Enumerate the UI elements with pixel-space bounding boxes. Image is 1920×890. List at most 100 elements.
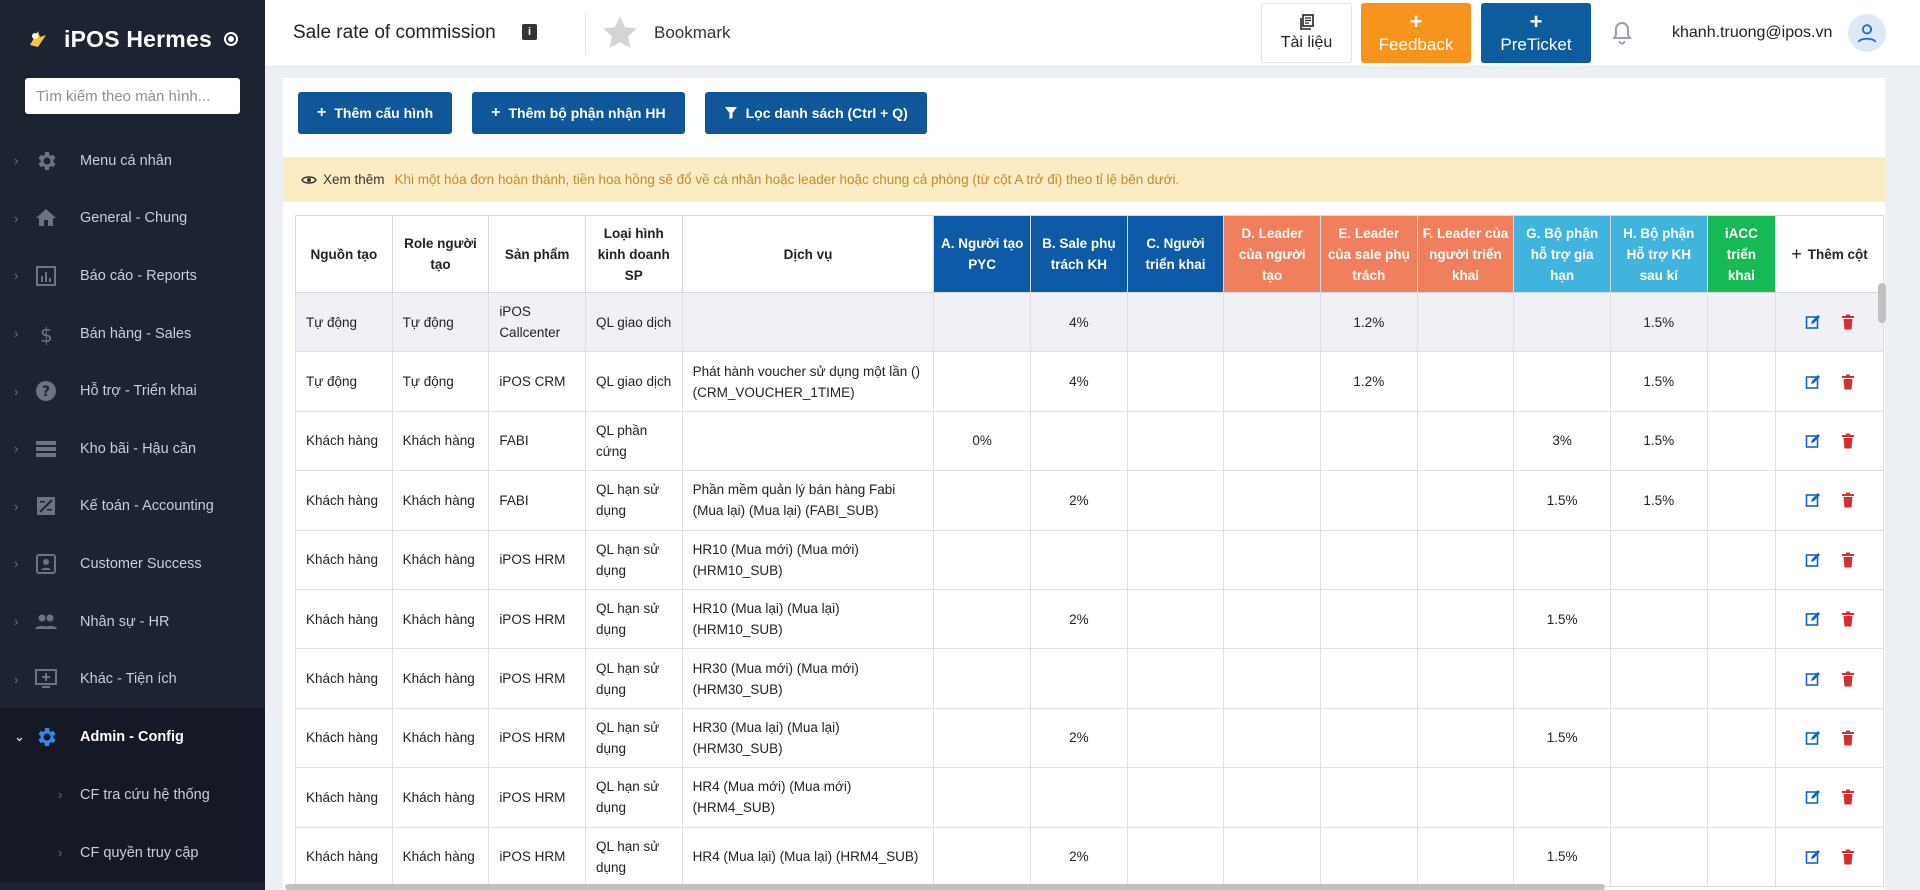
sidebar-item-label: General - Chung [80, 210, 188, 227]
add-column-button[interactable]: + Thêm cột [1775, 215, 1884, 293]
user-email[interactable]: khanh.truong@ipos.vn [1672, 24, 1832, 42]
user-icon [1857, 24, 1877, 43]
table-cell [1319, 588, 1418, 650]
chevron-down-icon: ⌄ [14, 728, 25, 744]
edit-icon[interactable] [1805, 492, 1821, 508]
help-icon: ? [32, 377, 60, 405]
edit-icon[interactable] [1805, 433, 1821, 449]
sidebar-item-support[interactable]: › ? Hỗ trợ - Triển khai [0, 362, 265, 420]
delete-icon[interactable] [1841, 611, 1855, 627]
table-cell: Tự động [391, 291, 490, 353]
table-cell: 1.2% [1319, 351, 1418, 412]
add-dept-button[interactable]: + Thêm bộ phận nhận HH [472, 92, 685, 134]
bell-icon[interactable] [1610, 20, 1634, 51]
table-row[interactable]: Khách hàng Khách hàng iPOS HRM QL hạn sử dụ… [295, 588, 1884, 650]
sidebar-search-input[interactable] [25, 78, 240, 114]
edit-icon[interactable] [1805, 552, 1821, 568]
delete-icon[interactable] [1841, 671, 1855, 687]
radio-dot-icon[interactable] [223, 32, 238, 46]
table-row[interactable]: Tự động Tự động iPOS CRM QL giao dịch Phát h… [295, 351, 1884, 412]
delete-icon[interactable] [1841, 730, 1855, 746]
table-cell [1706, 410, 1777, 472]
table-header-row: Nguồn tạo Role người tạo Sản phẩm Loại h… [295, 215, 1884, 293]
sidebar-subitem-system-lookup[interactable]: › CF tra cứu hệ thống [0, 765, 265, 824]
info-icon[interactable]: i [522, 24, 537, 40]
table-cell [1223, 470, 1321, 531]
table-cell: Khách hàng [295, 529, 393, 590]
table-cell [933, 826, 1032, 887]
sidebar-item-utilities[interactable]: › Khác - Tiện ích [0, 650, 265, 708]
table-row[interactable]: Khách hàng Khách hàng FABI QL phần cứng 0% 3%… [295, 410, 1884, 472]
sidebar-item-warehouse[interactable]: › Kho bãi - Hậu cần [0, 420, 265, 478]
table-cell [933, 767, 1032, 828]
edit-icon[interactable] [1805, 789, 1821, 805]
edit-icon[interactable] [1805, 849, 1821, 865]
sidebar-subitem-access-rights[interactable]: › CF quyền truy cập [0, 823, 265, 882]
table-row[interactable]: Khách hàng Khách hàng iPOS HRM QL hạn sử dụ… [295, 826, 1884, 887]
feedback-button[interactable]: + Feedback [1361, 3, 1471, 63]
sidebar-item-label: Hỗ trợ - Triển khai [80, 383, 197, 400]
table-cell: Khách hàng [391, 826, 490, 887]
table-cell [1223, 410, 1321, 472]
add-config-button[interactable]: + Thêm cấu hình [298, 92, 453, 134]
edit-icon[interactable] [1805, 374, 1821, 390]
table-cell: iPOS Callcenter [488, 291, 586, 353]
sidebar-item-menu-ca-nhan[interactable]: › Menu cá nhân [0, 132, 265, 190]
edit-icon[interactable] [1805, 730, 1821, 746]
docs-button[interactable]: Tài liệu [1261, 3, 1352, 63]
filter-button[interactable]: Lọc danh sách (Ctrl + Q) [704, 92, 927, 134]
preticket-button[interactable]: + PreTicket [1481, 3, 1591, 63]
brand[interactable]: iPOS Hermes [0, 0, 265, 78]
delete-icon[interactable] [1841, 433, 1855, 449]
sidebar-item-sales[interactable]: › $ Bán hàng - Sales [0, 305, 265, 363]
edit-icon[interactable] [1805, 314, 1821, 330]
delete-icon[interactable] [1841, 314, 1855, 330]
table-row[interactable]: Khách hàng Khách hàng iPOS HRM QL hạn sử dụ… [295, 707, 1884, 769]
sidebar-item-label: Kho bãi - Hậu cần [80, 440, 197, 457]
delete-icon[interactable] [1841, 789, 1855, 805]
delete-icon[interactable] [1841, 492, 1855, 508]
table-cell: iPOS HRM [488, 826, 586, 887]
table-cell: 2% [1030, 826, 1128, 887]
sidebar-item-hr[interactable]: › Nhân sự - HR [0, 593, 265, 651]
sidebar-item-reports[interactable]: › Báo cáo - Reports [0, 247, 265, 305]
table-cell: 1.5% [1513, 470, 1611, 531]
bookmark-button[interactable]: Bookmark [585, 12, 731, 54]
table-row[interactable]: Khách hàng Khách hàng iPOS HRM QL hạn sử dụ… [295, 648, 1884, 709]
table-cell: QL phần cứng [584, 410, 683, 472]
table-cell [1223, 648, 1321, 709]
table-cell: QL hạn sử dụng [584, 588, 683, 650]
table-cell: 1.5% [1609, 410, 1708, 472]
commission-table-wrapper[interactable]: Nguồn tạo Role người tạo Sản phẩm Loại h… [295, 215, 1885, 890]
edit-icon[interactable] [1805, 671, 1821, 687]
delete-icon[interactable] [1841, 849, 1855, 865]
table-cell [1030, 529, 1128, 590]
bookmark-label: Bookmark [654, 23, 731, 42]
sidebar-item-general[interactable]: › General - Chung [0, 190, 265, 248]
row-actions [1775, 826, 1884, 887]
see-more-link[interactable]: Xem thêm [323, 172, 385, 187]
table-cell: Tự động [295, 291, 393, 353]
table-cell [933, 470, 1032, 531]
commission-table: Nguồn tạo Role người tạo Sản phẩm Loại h… [295, 215, 1884, 887]
chevron-right-icon: › [14, 614, 19, 630]
table-cell: QL hạn sử dụng [584, 470, 683, 531]
table-row[interactable]: Tự động Tự động iPOS Callcenter QL giao dịc… [295, 291, 1884, 353]
gear-icon [32, 147, 60, 175]
delete-icon[interactable] [1841, 374, 1855, 390]
table-row[interactable]: Khách hàng Khách hàng iPOS HRM QL hạn sử dụ… [295, 767, 1884, 828]
vertical-scrollbar[interactable] [1878, 283, 1886, 323]
table-cell: Khách hàng [391, 707, 490, 769]
horizontal-scrollbar[interactable] [285, 884, 1605, 890]
sidebar-item-accounting[interactable]: › Kế toán - Accounting [0, 478, 265, 536]
sidebar-item-customer-success[interactable]: › Customer Success [0, 535, 265, 593]
table-cell [933, 529, 1032, 590]
edit-icon[interactable] [1805, 611, 1821, 627]
sidebar-item-admin-config[interactable]: ⌄ Admin - Config [0, 707, 265, 766]
table-row[interactable]: Khách hàng Khách hàng FABI QL hạn sử dụng Ph… [295, 470, 1884, 531]
avatar[interactable] [1848, 14, 1886, 52]
table-cell: 1.5% [1513, 588, 1611, 650]
table-row[interactable]: Khách hàng Khách hàng iPOS HRM QL hạn sử dụ… [295, 529, 1884, 590]
eye-icon [301, 175, 317, 184]
delete-icon[interactable] [1841, 552, 1855, 568]
